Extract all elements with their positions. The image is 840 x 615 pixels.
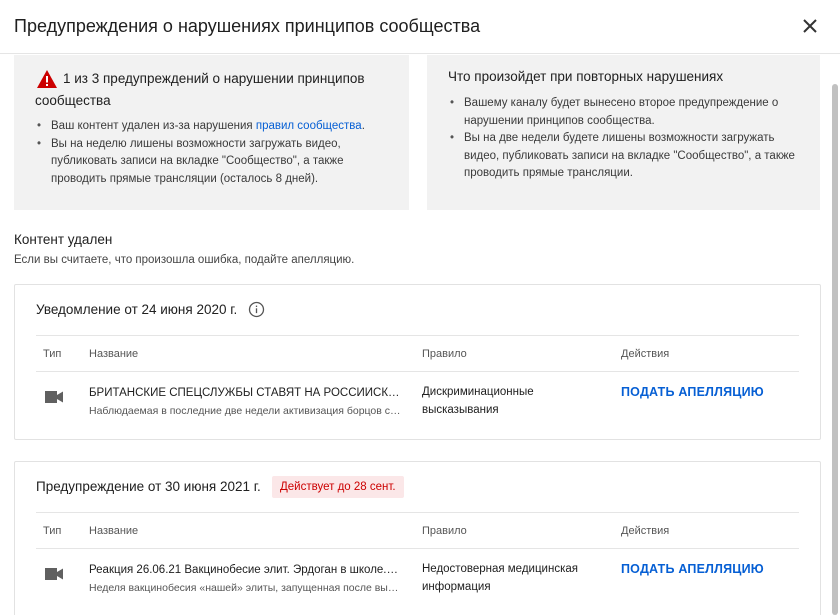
repeat-violations-panel: Что произойдет при повторных нарушениях … [427, 55, 820, 210]
info-icon[interactable] [248, 301, 265, 318]
table-header: Тип Название Правило Действия [36, 335, 799, 372]
community-guidelines-link[interactable]: правил сообщества [256, 120, 362, 132]
dialog-content: 1 из 3 предупреждений о нарушении принци… [0, 55, 830, 615]
column-header-actions: Действия [621, 525, 670, 537]
appeal-button[interactable]: ПОДАТЬ АПЕЛЛЯЦИЮ [621, 385, 764, 399]
column-header-type: Тип [43, 348, 62, 360]
appeal-button[interactable]: ПОДАТЬ АПЕЛЛЯЦИЮ [621, 562, 764, 576]
list-item: Вы на неделю лишены возможности загружат… [34, 136, 394, 189]
strike-summary-panel: 1 из 3 предупреждений о нарушении принци… [14, 55, 409, 210]
column-header-rule: Правило [422, 348, 467, 360]
notice-card: Уведомление от 24 июня 2020 г. Тип Назва… [14, 284, 821, 440]
dialog-header: Предупреждения о нарушениях принципов со… [0, 0, 840, 54]
column-header-name: Название [89, 525, 139, 537]
table-header: Тип Название Правило Действия [36, 512, 799, 549]
video-icon [45, 391, 63, 403]
table-row: БРИТАНСКИЕ СПЕЦСЛУЖБЫ СТАВЯТ НА РОССИЙСК… [36, 373, 799, 433]
list-item: Ваш контент удален из-за нарушения прави… [34, 118, 394, 136]
list-item: Вашему каналу будет вынесено второе пред… [447, 95, 809, 130]
status-badge: Действует до 28 сент. [272, 476, 404, 498]
violated-rule: Дискриминационные высказывания [422, 386, 534, 416]
section-title: Контент удален [14, 232, 113, 247]
column-header-name: Название [89, 348, 139, 360]
close-button[interactable] [798, 14, 822, 38]
repeat-violations-title: Что произойдет при повторных нарушениях [448, 69, 724, 84]
column-header-actions: Действия [621, 348, 670, 360]
strike-details-list: Ваш контент удален из-за нарушения прави… [34, 118, 394, 188]
strike-card: Предупреждение от 30 июня 2021 г. Действ… [14, 461, 821, 615]
strike-count-title: 1 из 3 предупреждений о нарушении принци… [35, 71, 365, 108]
dialog-title: Предупреждения о нарушениях принципов со… [14, 16, 481, 36]
table-row: Реакция 26.06.21 Вакцинобесие элит. Эрдо… [36, 550, 799, 610]
repeat-violations-list: Вашему каналу будет вынесено второе пред… [447, 95, 809, 183]
bullet-text: Ваш контент удален из-за нарушения [51, 120, 256, 132]
strike-title: Предупреждение от 30 июня 2021 г. [36, 479, 261, 494]
bullet-text: . [361, 120, 365, 132]
column-header-rule: Правило [422, 525, 467, 537]
violated-rule: Недостоверная медицинская информация [422, 563, 578, 593]
column-header-type: Тип [43, 525, 62, 537]
section-subtitle: Если вы считаете, что произошла ошибка, … [14, 254, 355, 266]
scrollbar-thumb[interactable] [832, 84, 838, 615]
video-description: Наблюдаемая в последние две недели актив… [89, 405, 401, 417]
video-title[interactable]: Реакция 26.06.21 Вакцинобесие элит. Эрдо… [89, 564, 401, 576]
list-item: Вы на две недели будете лишены возможнос… [447, 130, 809, 183]
close-icon [803, 19, 817, 33]
notice-title: Уведомление от 24 июня 2020 г. [36, 302, 238, 317]
video-icon [45, 568, 63, 580]
video-description: Неделя вакцинобесия «нашей» элиты, запущ… [89, 582, 401, 594]
video-title[interactable]: БРИТАНСКИЕ СПЕЦСЛУЖБЫ СТАВЯТ НА РОССИЙСК… [89, 387, 401, 399]
